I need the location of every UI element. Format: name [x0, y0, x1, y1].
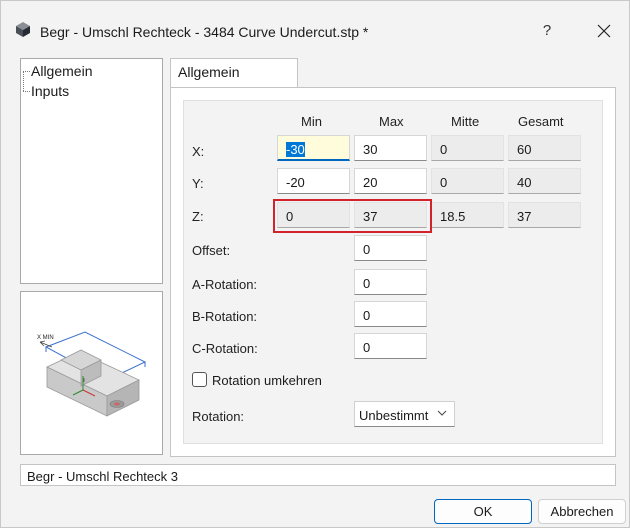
name-field[interactable]: Begr - Umschl Rechteck 3	[20, 464, 616, 486]
close-button[interactable]	[589, 17, 619, 45]
app-icon	[16, 22, 30, 37]
tab-allgemein[interactable]: Allgemein	[170, 58, 298, 88]
y-min-input[interactable]: -20	[277, 168, 350, 194]
tree-item-inputs[interactable]: Inputs	[31, 83, 69, 99]
a-rotation-input[interactable]: 0	[354, 269, 427, 295]
rotation-select[interactable]: Unbestimmt	[354, 401, 455, 427]
column-header-mitte: Mitte	[451, 114, 480, 129]
tree-item-allgemein[interactable]: Allgemein	[31, 63, 92, 79]
part-preview-drawing: X MIN	[37, 331, 147, 417]
tree-connector	[23, 71, 30, 72]
part-preview: X MIN	[20, 291, 163, 455]
tree-connector	[23, 91, 30, 92]
rotation-label: Rotation:	[192, 409, 245, 424]
c-rotation-label: C-Rotation:	[192, 341, 258, 356]
preview-axis-label: X MIN	[37, 335, 54, 341]
tree-connector	[23, 71, 24, 91]
x-gesamt-value: 60	[508, 135, 581, 161]
z-mitte-value: 18.5	[431, 202, 504, 228]
offset-label: Offset:	[192, 243, 231, 258]
rotation-reverse-checkbox[interactable]	[192, 372, 207, 387]
z-highlight-annotation	[273, 199, 432, 233]
y-max-input[interactable]: 20	[354, 168, 427, 194]
tab-label: Allgemein	[178, 64, 240, 80]
y-mitte-value: 0	[431, 168, 504, 194]
title-bar[interactable]: Begr - Umschl Rechteck - 3484 Curve Unde…	[1, 1, 629, 45]
navigation-tree[interactable]: Allgemein Inputs	[20, 58, 163, 284]
rotation-reverse-label[interactable]: Rotation umkehren	[212, 373, 322, 388]
chevron-down-icon	[437, 410, 447, 416]
a-rotation-label: A-Rotation:	[192, 277, 258, 292]
offset-input[interactable]: 0	[354, 235, 427, 261]
x-min-value: -30	[286, 142, 305, 157]
row-label-y: Y:	[192, 176, 204, 191]
close-icon	[597, 24, 611, 38]
help-button[interactable]: ?	[532, 19, 562, 43]
column-header-min: Min	[301, 114, 322, 129]
x-min-input[interactable]: -30	[277, 135, 350, 161]
ok-button[interactable]: OK	[434, 499, 532, 524]
y-gesamt-value: 40	[508, 168, 581, 194]
b-rotation-input[interactable]: 0	[354, 301, 427, 327]
cancel-button[interactable]: Abbrechen	[538, 499, 626, 524]
b-rotation-label: B-Rotation:	[192, 309, 258, 324]
row-label-z: Z:	[192, 209, 204, 224]
x-max-input[interactable]: 30	[354, 135, 427, 161]
row-label-x: X:	[192, 144, 205, 159]
column-header-gesamt: Gesamt	[518, 114, 564, 129]
dialog-window: Begr - Umschl Rechteck - 3484 Curve Unde…	[0, 0, 630, 528]
column-header-max: Max	[379, 114, 404, 129]
c-rotation-input[interactable]: 0	[354, 333, 427, 359]
rotation-select-value: Unbestimmt	[359, 408, 429, 423]
window-title: Begr - Umschl Rechteck - 3484 Curve Unde…	[40, 24, 369, 40]
x-mitte-value: 0	[431, 135, 504, 161]
z-gesamt-value: 37	[508, 202, 581, 228]
